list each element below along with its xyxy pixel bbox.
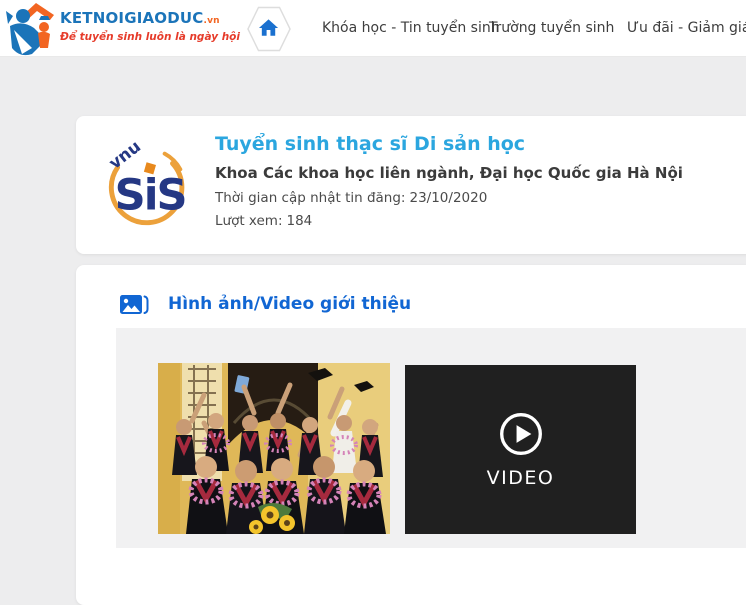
brand-name: KETNOIGIAODUC — [60, 9, 204, 27]
sis-logo-arc-text: vnu — [105, 137, 144, 173]
media-section-card: Hình ảnh/Video giới thiệu VIDEO — [76, 265, 746, 605]
article-updated-line: Thời gian cập nhật tin đăng: 23/10/2020 — [215, 190, 736, 206]
updated-value: 23/10/2020 — [409, 190, 488, 206]
brand-suffix: .vn — [203, 16, 220, 26]
site-header: KETNOIGIAODUC.vn Để tuyển sinh luôn là n… — [0, 0, 746, 57]
nav-item-courses-admissions[interactable]: Khóa học - Tin tuyển sinh — [322, 0, 500, 57]
gallery-video-tile[interactable]: VIDEO — [405, 365, 636, 534]
site-logo-text: KETNOIGIAODUC.vn Để tuyển sinh luôn là n… — [60, 9, 240, 43]
views-value: 184 — [286, 213, 313, 229]
views-label: Lượt xem: — [215, 213, 283, 229]
article-text-block: Tuyển sinh thạc sĩ Di sản học Khoa Các k… — [215, 133, 736, 229]
nav-item-deals[interactable]: Ưu đãi - Giảm giá — [627, 0, 746, 57]
article-organization: Khoa Các khoa học liên ngành, Đại học Qu… — [215, 164, 683, 182]
vnu-sis-logo: vnu SiS — [105, 137, 188, 226]
article-summary-card: vnu SiS Tuyển sinh thạc sĩ Di sản học Kh… — [76, 116, 746, 254]
site-logo-icon — [6, 3, 54, 56]
site-logo[interactable]: KETNOIGIAODUC.vn Để tuyển sinh luôn là n… — [2, 1, 242, 56]
sis-logo-main-text: SiS — [115, 171, 186, 221]
play-circle-icon — [499, 412, 542, 455]
home-icon[interactable] — [247, 6, 291, 52]
updated-label: Thời gian cập nhật tin đăng: — [215, 190, 406, 206]
video-label: VIDEO — [486, 466, 555, 489]
media-gallery-strip: VIDEO — [116, 328, 746, 548]
brand-tagline: Để tuyển sinh luôn là ngày hội — [60, 31, 240, 43]
article-title[interactable]: Tuyển sinh thạc sĩ Di sản học — [215, 133, 736, 155]
graduation-photo — [158, 363, 390, 534]
gallery-photo-thumbnail[interactable] — [158, 363, 390, 534]
image-gallery-icon — [120, 295, 149, 314]
article-views-line: Lượt xem: 184 — [215, 213, 736, 229]
media-section-title: Hình ảnh/Video giới thiệu — [168, 294, 412, 314]
nav-item-schools[interactable]: Trường tuyển sinh — [489, 0, 614, 57]
